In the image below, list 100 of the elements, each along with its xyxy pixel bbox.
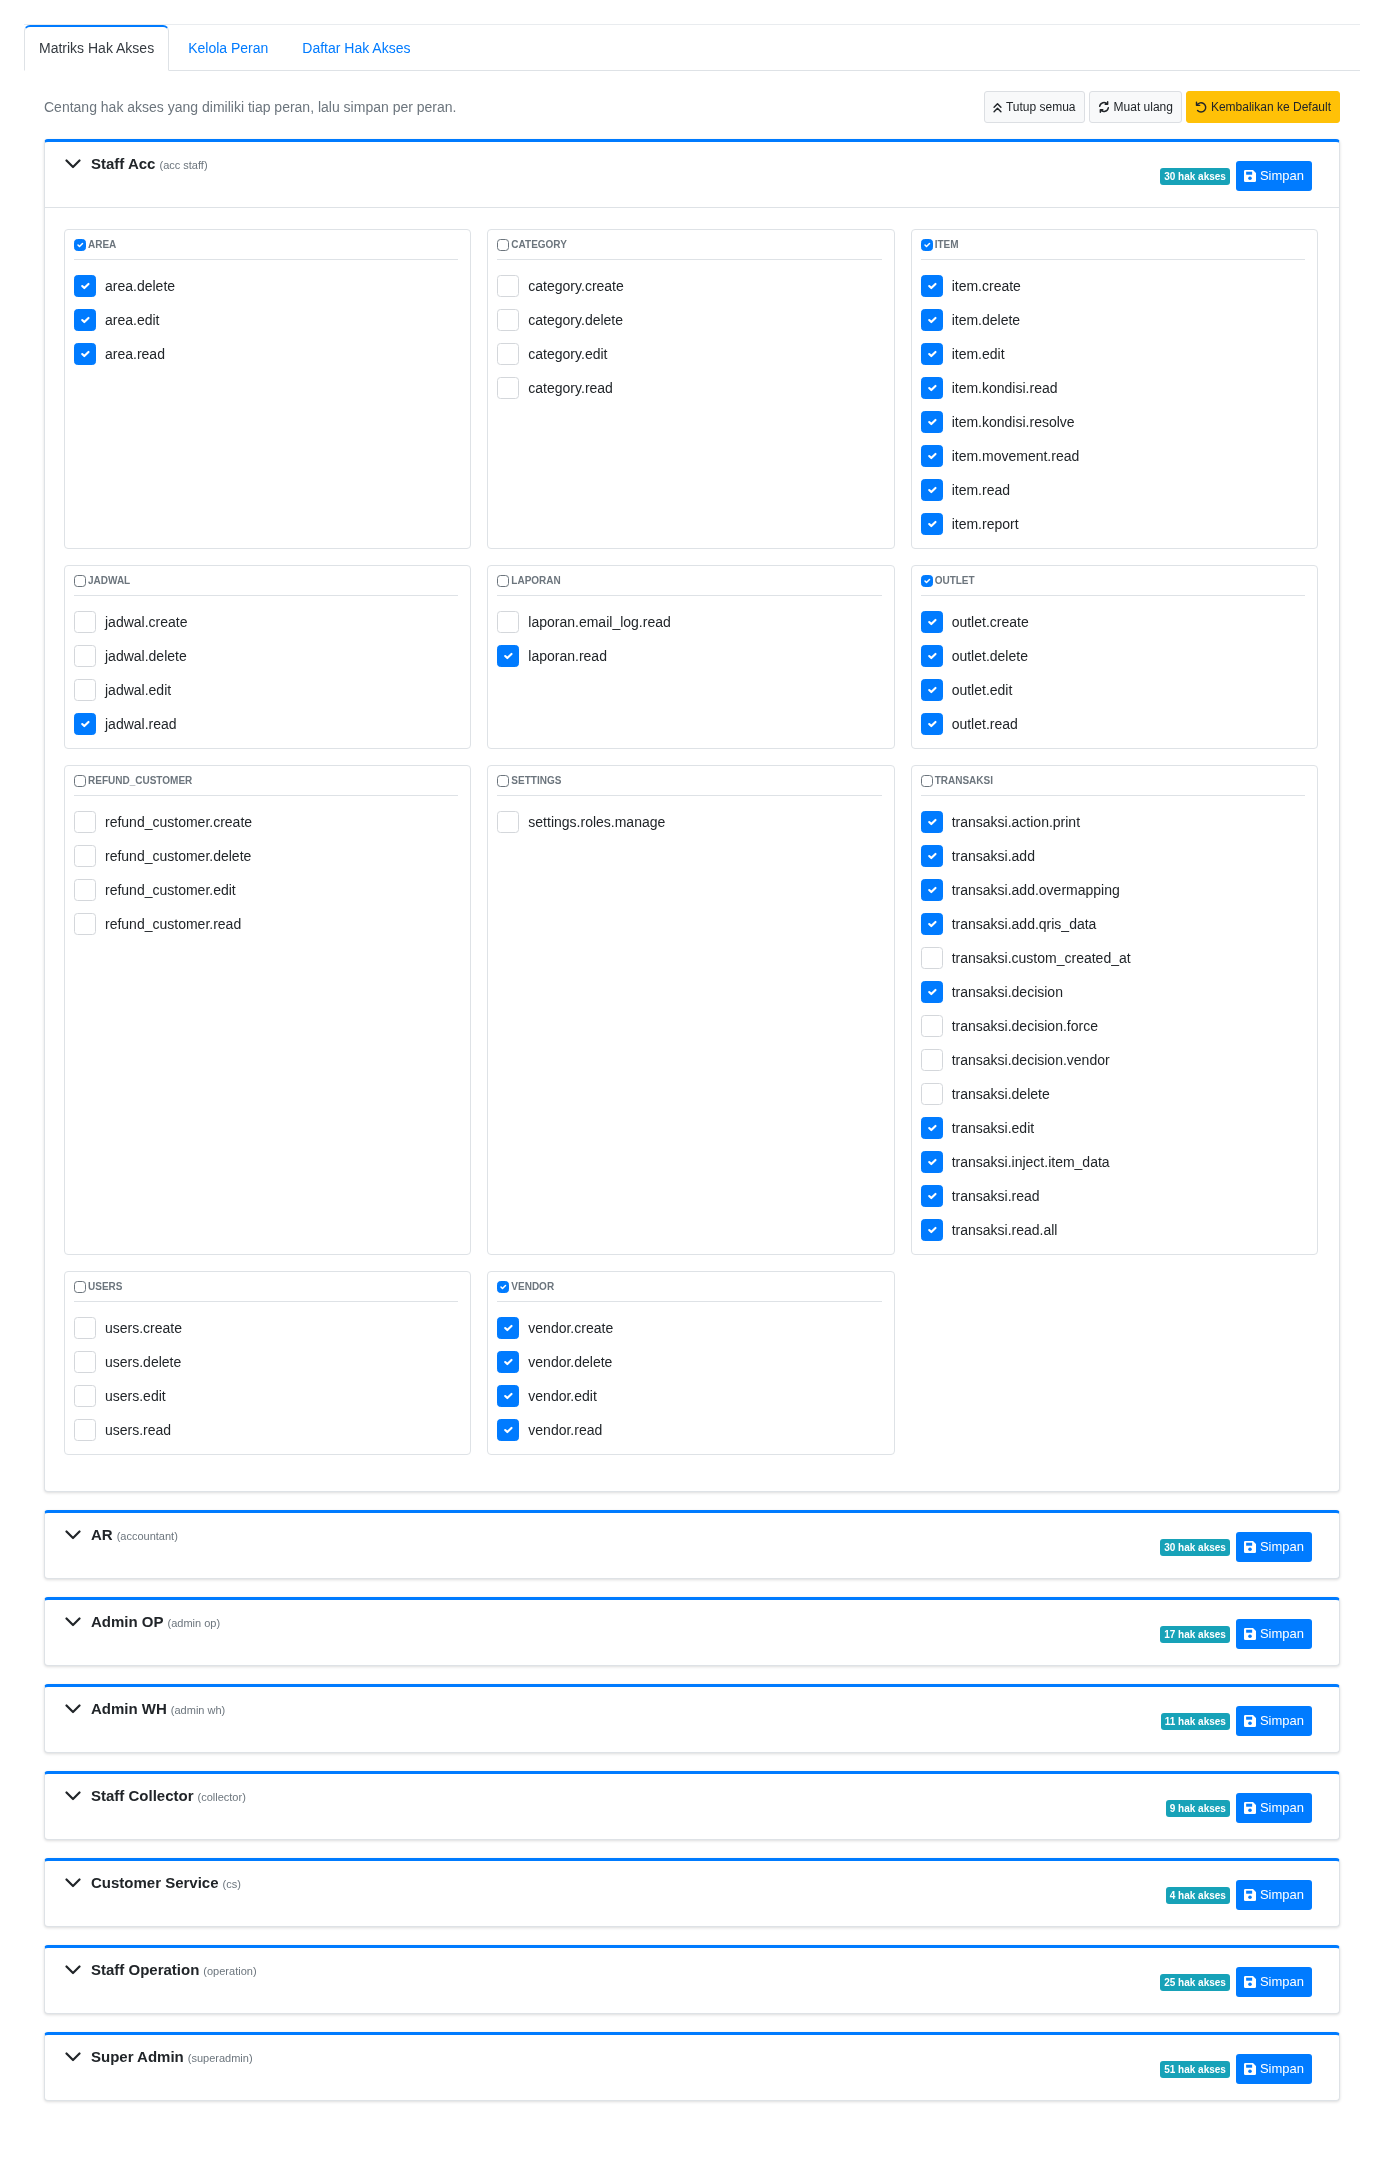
- permission-label[interactable]: transaksi.add.qris_data: [951, 913, 1097, 935]
- permission-checkbox[interactable]: [497, 645, 520, 667]
- group-label[interactable]: REFUND_CUSTOMER: [88, 774, 193, 788]
- group-label[interactable]: ITEM: [934, 238, 959, 252]
- permission-checkbox[interactable]: [497, 1351, 520, 1373]
- group-checkbox[interactable]: [74, 575, 86, 587]
- permission-checkbox[interactable]: [920, 879, 943, 901]
- group-label[interactable]: USERS: [88, 1280, 123, 1294]
- permission-checkbox[interactable]: [920, 845, 943, 867]
- permission-checkbox[interactable]: [920, 377, 943, 399]
- permission-label[interactable]: vendor.delete: [528, 1351, 613, 1373]
- permission-label[interactable]: users.create: [105, 1317, 183, 1339]
- permission-checkbox[interactable]: [920, 479, 943, 501]
- permission-label[interactable]: refund_customer.read: [105, 913, 242, 935]
- save-button[interactable]: Simpan: [1235, 1967, 1312, 1997]
- permission-label[interactable]: transaksi.decision.vendor: [951, 1049, 1110, 1071]
- permission-label[interactable]: users.delete: [105, 1351, 182, 1373]
- permission-label[interactable]: jadwal.delete: [105, 645, 187, 667]
- group-checkbox[interactable]: [497, 575, 510, 587]
- permission-label[interactable]: transaksi.edit: [951, 1117, 1035, 1139]
- permission-label[interactable]: transaksi.delete: [951, 1083, 1050, 1105]
- permission-checkbox[interactable]: [497, 1317, 520, 1339]
- group-label[interactable]: AREA: [88, 238, 117, 252]
- group-label[interactable]: VENDOR: [511, 1280, 555, 1294]
- group-checkbox[interactable]: [497, 239, 510, 251]
- permission-label[interactable]: jadwal.read: [105, 713, 177, 735]
- permission-checkbox[interactable]: [920, 611, 943, 633]
- group-checkbox[interactable]: [497, 775, 510, 787]
- reload-button[interactable]: Muat ulang: [1088, 91, 1182, 123]
- permission-label[interactable]: outlet.delete: [951, 645, 1028, 667]
- permission-checkbox[interactable]: [920, 679, 943, 701]
- permission-label[interactable]: transaksi.read: [951, 1185, 1040, 1207]
- permission-label[interactable]: outlet.create: [951, 611, 1029, 633]
- save-button[interactable]: Simpan: [1235, 1532, 1312, 1562]
- chevron-down-icon[interactable]: [65, 1965, 81, 1976]
- permission-label[interactable]: users.edit: [105, 1385, 166, 1407]
- permission-label[interactable]: transaksi.add.overmapping: [951, 879, 1120, 901]
- permission-label[interactable]: vendor.create: [528, 1317, 614, 1339]
- chevron-down-icon[interactable]: [65, 1617, 81, 1628]
- permission-label[interactable]: item.movement.read: [951, 445, 1080, 467]
- permission-checkbox[interactable]: [920, 445, 943, 467]
- group-checkbox[interactable]: [920, 775, 933, 787]
- group-checkbox[interactable]: [920, 239, 933, 251]
- chevron-down-icon[interactable]: [65, 1704, 81, 1715]
- permission-label[interactable]: transaksi.custom_created_at: [951, 947, 1131, 969]
- tab[interactable]: Daftar Hak Akses: [287, 25, 426, 71]
- permission-checkbox[interactable]: [920, 275, 943, 297]
- permission-checkbox[interactable]: [74, 275, 96, 297]
- permission-label[interactable]: users.read: [105, 1419, 172, 1441]
- permission-checkbox[interactable]: [920, 1185, 943, 1207]
- permission-label[interactable]: area.edit: [105, 309, 160, 331]
- permission-checkbox[interactable]: [497, 1385, 520, 1407]
- tab[interactable]: Kelola Peran: [173, 25, 284, 71]
- group-checkbox[interactable]: [920, 575, 933, 587]
- permission-label[interactable]: transaksi.read.all: [951, 1219, 1058, 1241]
- chevron-down-icon[interactable]: [65, 159, 81, 170]
- permission-label[interactable]: refund_customer.delete: [105, 845, 252, 867]
- permission-label[interactable]: category.read: [528, 377, 613, 399]
- chevron-down-icon[interactable]: [65, 1530, 81, 1541]
- permission-label[interactable]: settings.roles.manage: [528, 811, 666, 833]
- permission-checkbox[interactable]: [920, 645, 943, 667]
- group-label[interactable]: CATEGORY: [511, 238, 567, 252]
- permission-label[interactable]: outlet.read: [951, 713, 1018, 735]
- permission-label[interactable]: transaksi.decision.force: [951, 1015, 1098, 1037]
- permission-label[interactable]: item.create: [951, 275, 1021, 297]
- chevron-down-icon[interactable]: [65, 2052, 81, 2063]
- save-button[interactable]: Simpan: [1235, 1793, 1312, 1823]
- permission-checkbox[interactable]: [920, 913, 943, 935]
- permission-label[interactable]: vendor.read: [528, 1419, 603, 1441]
- permission-label[interactable]: transaksi.inject.item_data: [951, 1151, 1110, 1173]
- permission-label[interactable]: laporan.read: [528, 645, 607, 667]
- group-label[interactable]: LAPORAN: [511, 574, 561, 588]
- permission-checkbox[interactable]: [920, 1117, 943, 1139]
- permission-label[interactable]: item.delete: [951, 309, 1021, 331]
- permission-checkbox[interactable]: [920, 1219, 943, 1241]
- group-label[interactable]: OUTLET: [934, 574, 975, 588]
- permission-label[interactable]: jadwal.create: [105, 611, 188, 633]
- permission-checkbox[interactable]: [74, 343, 96, 365]
- permission-label[interactable]: category.delete: [528, 309, 624, 331]
- permission-label[interactable]: laporan.email_log.read: [528, 611, 671, 633]
- permission-checkbox[interactable]: [920, 811, 943, 833]
- group-checkbox[interactable]: [497, 1281, 510, 1293]
- permission-label[interactable]: jadwal.edit: [105, 679, 172, 701]
- group-checkbox[interactable]: [74, 239, 86, 251]
- permission-label[interactable]: transaksi.decision: [951, 981, 1063, 1003]
- permission-checkbox[interactable]: [497, 1419, 520, 1441]
- save-button[interactable]: Simpan: [1235, 1619, 1312, 1649]
- chevron-down-icon[interactable]: [65, 1878, 81, 1889]
- permission-checkbox[interactable]: [920, 411, 943, 433]
- permission-checkbox[interactable]: [920, 713, 943, 735]
- permission-checkbox[interactable]: [74, 309, 96, 331]
- permission-label[interactable]: item.report: [951, 513, 1019, 535]
- permission-checkbox[interactable]: [920, 1151, 943, 1173]
- reset-default-button[interactable]: Kembalikan ke Default: [1185, 91, 1340, 123]
- permission-label[interactable]: item.edit: [951, 343, 1005, 365]
- group-label[interactable]: SETTINGS: [511, 774, 562, 788]
- permission-label[interactable]: vendor.edit: [528, 1385, 597, 1407]
- group-label[interactable]: JADWAL: [88, 574, 131, 588]
- permission-label[interactable]: outlet.edit: [951, 679, 1013, 701]
- permission-label[interactable]: area.read: [105, 343, 165, 365]
